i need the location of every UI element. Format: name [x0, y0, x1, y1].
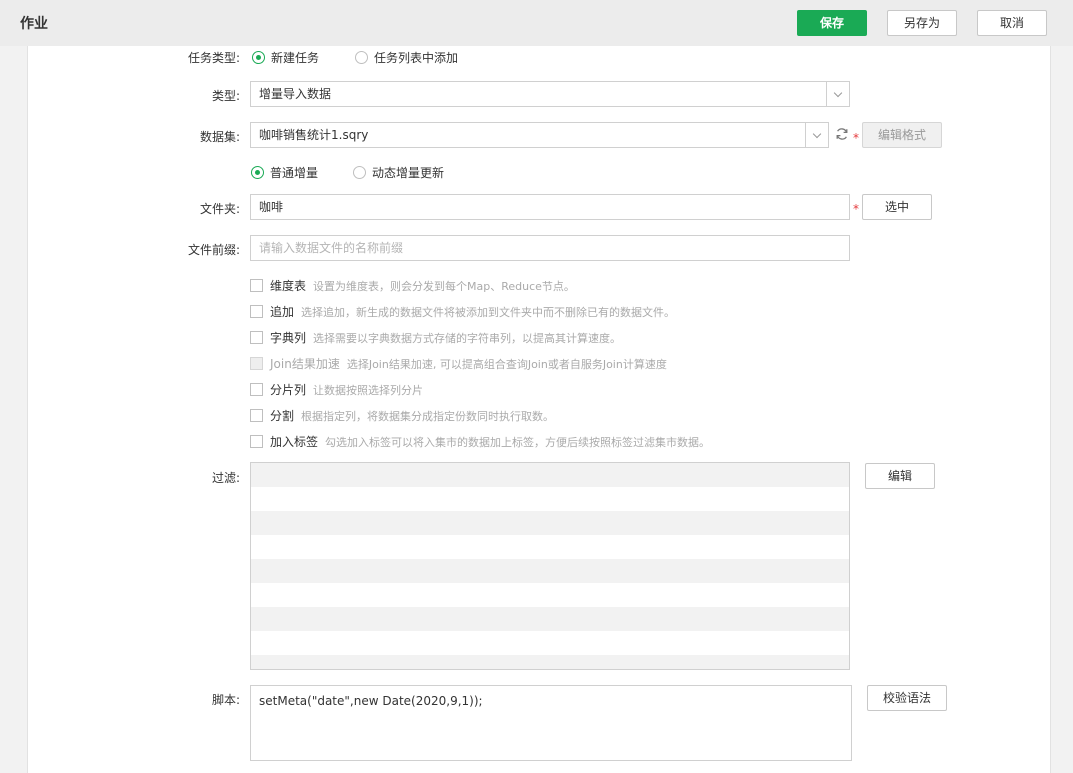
- folder-label: 文件夹:: [199, 202, 240, 216]
- checkbox-icon[interactable]: [250, 279, 263, 292]
- radio-checked-icon: [252, 51, 265, 64]
- checkbox-icon[interactable]: [250, 383, 263, 396]
- option-name: 追加: [270, 305, 295, 319]
- filter-list[interactable]: [250, 462, 850, 670]
- script-editor-content: setMeta("date",new Date(2020,9,1));: [259, 694, 483, 708]
- task-type-label: 任务类型:: [187, 51, 240, 65]
- file-prefix-label: 文件前缀:: [187, 243, 240, 257]
- filter-row: [251, 655, 849, 669]
- chevron-down-icon[interactable]: [805, 123, 828, 147]
- dataset-label: 数据集:: [199, 130, 240, 144]
- cancel-button[interactable]: 取消: [977, 10, 1047, 36]
- filter-row: [251, 463, 849, 487]
- radio-normal-increment[interactable]: 普通增量: [251, 164, 318, 181]
- option-desc: 让数据按照选择列分片: [313, 383, 424, 397]
- filter-row: [251, 511, 849, 535]
- filter-row: [251, 487, 849, 511]
- filter-row: [251, 559, 849, 583]
- checkbox-icon[interactable]: [250, 409, 263, 422]
- refresh-icon[interactable]: [835, 127, 849, 141]
- folder-select-button[interactable]: 选中: [862, 194, 932, 220]
- option-dimension-table[interactable]: 维度表 设置为维度表，则会分发到每个Map、Reduce节点。: [250, 277, 575, 294]
- radio-add-from-task-list[interactable]: 任务列表中添加: [355, 49, 458, 66]
- option-desc: 勾选加入标签可以将入集市的数据加上标签，方便后续按照标签过滤集市数据。: [325, 435, 711, 449]
- option-name: 分片列: [270, 383, 307, 397]
- folder-input-value: 咖啡: [259, 200, 284, 214]
- option-name: Join结果加速: [270, 357, 340, 371]
- radio-dynamic-increment-label: 动态增量更新: [372, 166, 445, 180]
- dataset-required-mark: *: [853, 131, 859, 145]
- chevron-down-icon[interactable]: [826, 82, 849, 106]
- option-name: 字典列: [270, 331, 307, 345]
- edit-format-button[interactable]: 编辑格式: [862, 122, 942, 148]
- option-desc: 选择Join结果加速, 可以提高组合查询Join或者自服务Join计算速度: [346, 357, 667, 371]
- option-dictionary-column[interactable]: 字典列 选择需要以字典数据方式存储的字符串列，以提高其计算速度。: [250, 329, 621, 346]
- radio-new-task-label: 新建任务: [271, 51, 320, 65]
- type-label: 类型:: [211, 89, 240, 103]
- dataset-select[interactable]: 咖啡销售统计1.sqry: [250, 122, 829, 148]
- filter-row: [251, 631, 849, 655]
- validate-syntax-button[interactable]: 校验语法: [867, 685, 947, 711]
- option-desc: 设置为维度表，则会分发到每个Map、Reduce节点。: [313, 279, 575, 293]
- radio-new-task[interactable]: 新建任务: [252, 49, 319, 66]
- header-bar: 作业 保存 另存为 取消: [0, 0, 1073, 46]
- option-split[interactable]: 分割 根据指定列，将数据集分成指定份数同时执行取数。: [250, 407, 554, 424]
- radio-unchecked-icon: [355, 51, 368, 64]
- checkbox-icon[interactable]: [250, 435, 263, 448]
- option-desc: 根据指定列，将数据集分成指定份数同时执行取数。: [301, 409, 555, 423]
- option-shard-column[interactable]: 分片列 让数据按照选择列分片: [250, 381, 423, 398]
- filter-row: [251, 607, 849, 631]
- option-join-acceleration: Join结果加速 选择Join结果加速, 可以提高组合查询Join或者自服务Jo…: [250, 355, 667, 372]
- file-prefix-input[interactable]: 请输入数据文件的名称前缀: [250, 235, 850, 261]
- radio-checked-icon: [251, 166, 264, 179]
- filter-label: 过滤:: [211, 471, 240, 485]
- dataset-select-value: 咖啡销售统计1.sqry: [259, 128, 369, 142]
- save-as-button[interactable]: 另存为: [887, 10, 957, 36]
- radio-add-from-task-list-label: 任务列表中添加: [374, 51, 459, 65]
- filter-row: [251, 583, 849, 607]
- checkbox-icon[interactable]: [250, 305, 263, 318]
- option-name: 加入标签: [270, 435, 319, 449]
- filter-row: [251, 535, 849, 559]
- file-prefix-placeholder: 请输入数据文件的名称前缀: [259, 241, 404, 255]
- option-append[interactable]: 追加 选择追加，新生成的数据文件将被添加到文件夹中而不删除已有的数据文件。: [250, 303, 675, 320]
- option-name: 维度表: [270, 279, 307, 293]
- radio-dynamic-increment[interactable]: 动态增量更新: [353, 164, 444, 181]
- option-desc: 选择追加，新生成的数据文件将被添加到文件夹中而不删除已有的数据文件。: [301, 305, 676, 319]
- script-editor[interactable]: setMeta("date",new Date(2020,9,1));: [250, 685, 852, 761]
- type-select[interactable]: 增量导入数据: [250, 81, 850, 107]
- radio-normal-increment-label: 普通增量: [270, 166, 319, 180]
- radio-unchecked-icon: [353, 166, 366, 179]
- page-title: 作业: [20, 16, 48, 32]
- option-add-tag[interactable]: 加入标签 勾选加入标签可以将入集市的数据加上标签，方便后续按照标签过滤集市数据。: [250, 433, 710, 450]
- folder-input[interactable]: 咖啡: [250, 194, 850, 220]
- type-select-value: 增量导入数据: [259, 87, 332, 101]
- option-name: 分割: [270, 409, 295, 423]
- script-label: 脚本:: [211, 693, 240, 707]
- filter-edit-button[interactable]: 编辑: [865, 463, 935, 489]
- checkbox-icon: [250, 357, 263, 370]
- folder-required-mark: *: [853, 202, 859, 216]
- save-button[interactable]: 保存: [797, 10, 867, 36]
- option-desc: 选择需要以字典数据方式存储的字符串列，以提高其计算速度。: [313, 331, 622, 345]
- checkbox-icon[interactable]: [250, 331, 263, 344]
